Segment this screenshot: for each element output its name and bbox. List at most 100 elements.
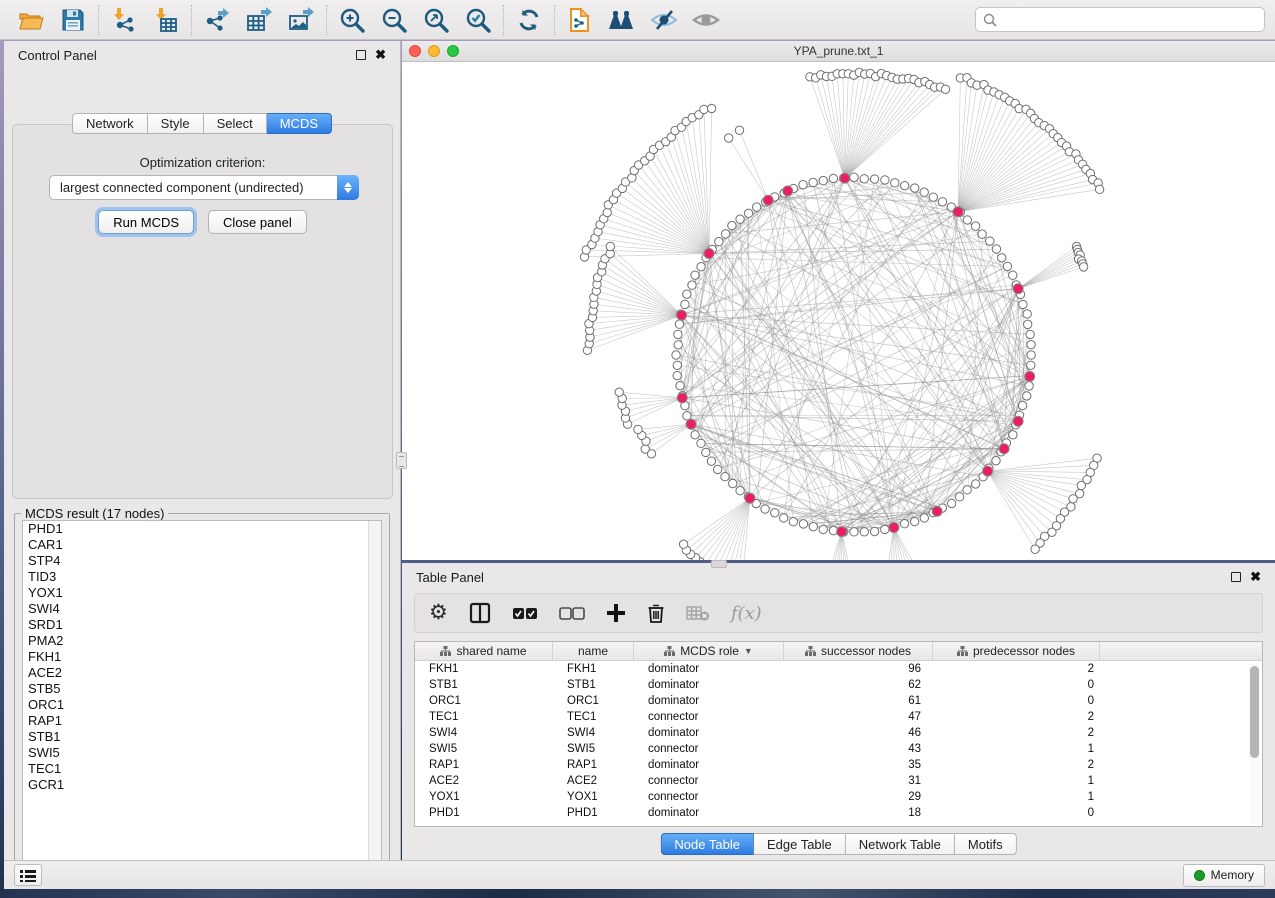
mcds-node-item[interactable]: TID3 — [23, 569, 381, 585]
mcds-hub-node[interactable] — [783, 186, 793, 196]
network-node[interactable] — [920, 188, 928, 196]
refresh-icon[interactable] — [508, 4, 550, 36]
zoom-selected-icon[interactable] — [457, 4, 499, 36]
table-row[interactable]: STB1STB1dominator620 — [415, 677, 1262, 693]
network-node[interactable] — [1023, 310, 1031, 318]
import-network-icon[interactable] — [103, 4, 145, 36]
mcds-hub-node[interactable] — [889, 522, 899, 532]
table-row[interactable]: PHD1PHD1dominator180 — [415, 805, 1262, 821]
mcds-hub-node[interactable] — [953, 207, 963, 217]
network-node[interactable] — [870, 527, 878, 535]
delete-column-icon[interactable] — [647, 603, 665, 624]
network-node[interactable] — [721, 230, 729, 238]
network-node[interactable] — [829, 174, 837, 182]
network-node[interactable] — [860, 175, 868, 183]
mcds-hub-node[interactable] — [704, 248, 714, 258]
export-table-icon[interactable] — [238, 4, 280, 36]
mcds-node-item[interactable]: SWI5 — [23, 745, 381, 761]
table-row[interactable]: TEC1TEC1connector472 — [415, 709, 1262, 725]
network-node[interactable] — [606, 242, 614, 250]
float-table-panel-icon[interactable] — [1231, 572, 1241, 582]
network-node[interactable] — [702, 448, 710, 456]
mcds-node-item[interactable]: PMA2 — [23, 633, 381, 649]
search-box[interactable] — [975, 7, 1265, 32]
network-node[interactable] — [992, 457, 1000, 465]
memory-button[interactable]: Memory — [1183, 864, 1265, 887]
mcds-hub-node[interactable] — [1013, 416, 1023, 426]
network-node[interactable] — [672, 351, 680, 359]
add-column-icon[interactable] — [606, 603, 626, 623]
tab-style[interactable]: Style — [148, 113, 204, 134]
network-window-titlebar[interactable]: YPA_prune.txt_1 — [402, 41, 1275, 62]
network-node[interactable] — [910, 517, 918, 525]
export-image-icon[interactable] — [280, 4, 322, 36]
column-header-name[interactable]: name — [553, 642, 634, 660]
network-node[interactable] — [789, 518, 797, 526]
zoom-in-icon[interactable] — [331, 4, 373, 36]
search-input[interactable] — [1002, 13, 1257, 27]
network-node[interactable] — [992, 245, 1000, 253]
mcds-hub-node[interactable] — [983, 466, 993, 476]
network-node[interactable] — [713, 465, 721, 473]
network-node[interactable] — [881, 176, 889, 184]
network-node[interactable] — [1025, 382, 1033, 390]
network-node[interactable] — [691, 431, 699, 439]
mcds-hub-node[interactable] — [677, 393, 687, 403]
network-node[interactable] — [809, 522, 817, 530]
network-node[interactable] — [707, 457, 715, 465]
close-panel-icon[interactable]: ✖ — [375, 50, 386, 60]
table-settings-icon[interactable]: ⚙ — [429, 603, 448, 623]
network-node[interactable] — [721, 472, 729, 480]
mcds-node-item[interactable]: CAR1 — [23, 537, 381, 553]
mcds-hub-node[interactable] — [763, 195, 773, 205]
network-node[interactable] — [1019, 300, 1027, 308]
network-node[interactable] — [929, 193, 937, 201]
network-node[interactable] — [1026, 330, 1034, 338]
network-node[interactable] — [850, 173, 858, 181]
show-columns-icon[interactable] — [469, 602, 491, 624]
network-node[interactable] — [881, 525, 889, 533]
mcds-node-item[interactable]: RAP1 — [23, 713, 381, 729]
network-node[interactable] — [753, 203, 761, 211]
mcds-hub-node[interactable] — [837, 527, 847, 537]
column-header-shared-name[interactable]: shared name — [415, 642, 553, 660]
network-node[interactable] — [688, 281, 696, 289]
import-table-icon[interactable] — [145, 4, 187, 36]
table-row[interactable]: YOX1YOX1connector291 — [415, 789, 1262, 805]
network-node[interactable] — [819, 176, 827, 184]
network-node[interactable] — [819, 525, 827, 533]
mcds-node-item[interactable]: STB5 — [23, 681, 381, 697]
network-node[interactable] — [1069, 495, 1077, 503]
column-header-predecessor-nodes[interactable]: predecessor nodes — [933, 642, 1100, 660]
network-node[interactable] — [947, 499, 955, 507]
network-node[interactable] — [697, 262, 705, 270]
network-node[interactable] — [978, 230, 986, 238]
network-node[interactable] — [1027, 351, 1035, 359]
mcds-hub-node[interactable] — [932, 506, 942, 516]
network-node[interactable] — [679, 540, 687, 548]
tab-node-table[interactable]: Node Table — [660, 833, 754, 855]
hide-selected-icon[interactable] — [643, 4, 685, 36]
network-node[interactable] — [615, 388, 623, 396]
network-node[interactable] — [683, 412, 691, 420]
mcds-node-item[interactable]: ACE2 — [23, 665, 381, 681]
save-session-icon[interactable] — [52, 4, 94, 36]
network-node[interactable] — [938, 198, 946, 206]
network-node[interactable] — [971, 222, 979, 230]
tab-mcds[interactable]: MCDS — [267, 113, 332, 134]
select-all-icon[interactable] — [512, 607, 538, 620]
network-node[interactable] — [998, 254, 1006, 262]
network-node[interactable] — [900, 181, 908, 189]
mcds-hub-node[interactable] — [999, 444, 1009, 454]
network-node[interactable] — [941, 85, 949, 93]
network-node[interactable] — [891, 179, 899, 187]
network-node[interactable] — [697, 439, 705, 447]
mcds-node-item[interactable]: FKH1 — [23, 649, 381, 665]
run-mcds-button[interactable]: Run MCDS — [98, 210, 194, 234]
network-node[interactable] — [736, 215, 744, 223]
network-node[interactable] — [911, 184, 919, 192]
network-node[interactable] — [1009, 431, 1017, 439]
tab-network[interactable]: Network — [72, 113, 148, 134]
network-node[interactable] — [963, 216, 971, 224]
network-node[interactable] — [1018, 401, 1026, 409]
